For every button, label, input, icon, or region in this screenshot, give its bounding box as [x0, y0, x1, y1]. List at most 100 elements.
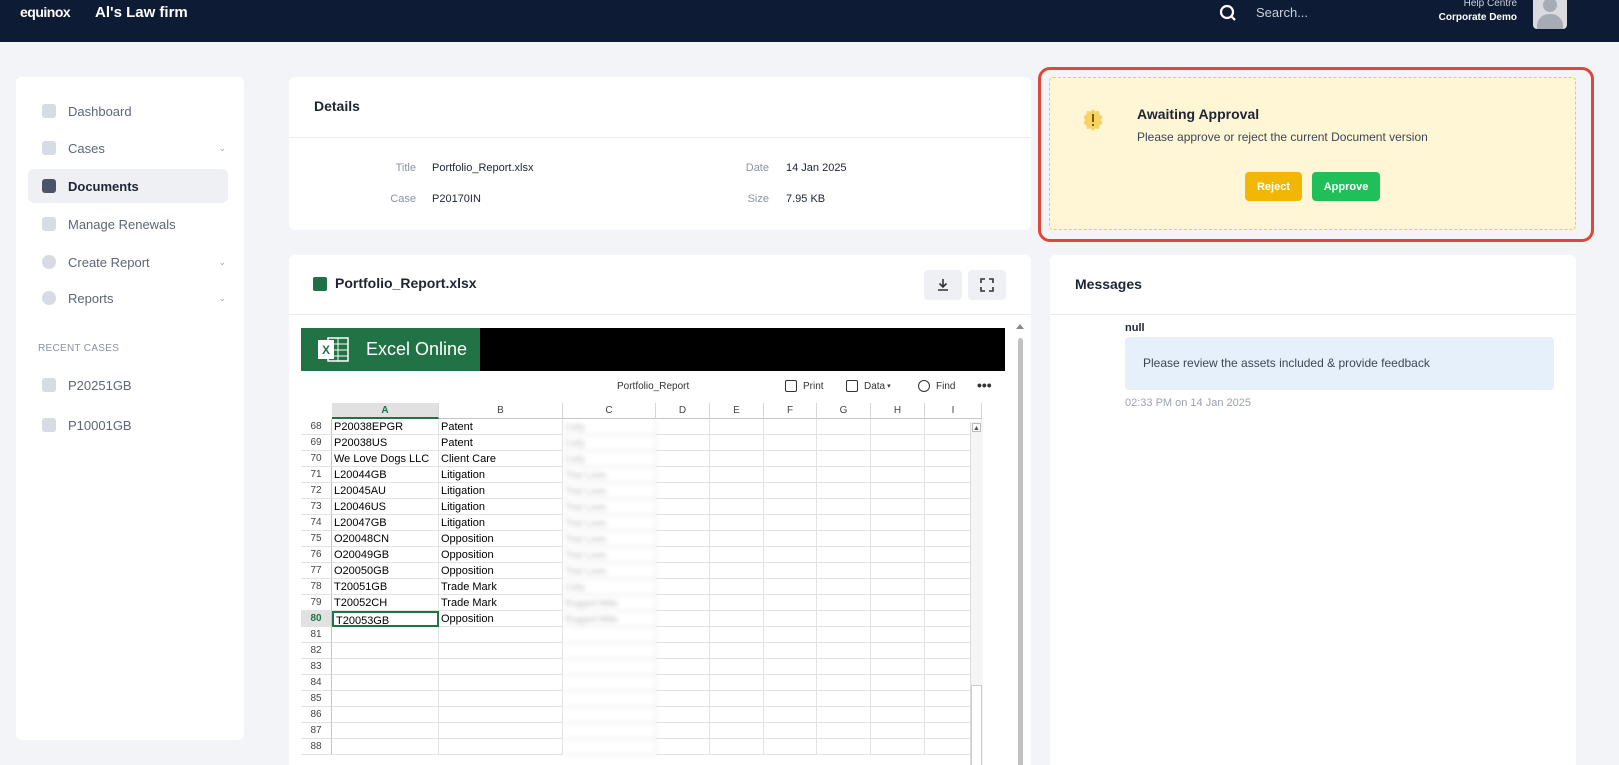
grid-cell[interactable] — [817, 659, 871, 675]
grid-cell[interactable] — [656, 435, 710, 451]
grid-cell[interactable] — [764, 611, 817, 627]
grid-cell[interactable] — [439, 675, 563, 691]
grid-cell[interactable]: Litigation — [439, 515, 563, 531]
grid-cell[interactable]: Trade Mark — [439, 579, 563, 595]
grid-cell[interactable] — [764, 579, 817, 595]
grid-cell[interactable] — [656, 707, 710, 723]
grid-cell[interactable] — [332, 723, 439, 739]
grid-cell[interactable] — [710, 723, 764, 739]
grid-cell[interactable] — [871, 723, 925, 739]
grid-cell[interactable] — [710, 739, 764, 755]
grid-cell[interactable]: Litigation — [439, 483, 563, 499]
grid-cell[interactable]: Client Care — [439, 451, 563, 467]
grid-cell[interactable] — [710, 515, 764, 531]
grid-cell[interactable] — [871, 451, 925, 467]
sidebar-item-create-report[interactable]: Create Report ⌄ — [28, 245, 228, 279]
column-header[interactable]: F — [764, 403, 817, 419]
grid-cell[interactable] — [764, 707, 817, 723]
grid-cell[interactable]: T20053GB — [332, 611, 439, 627]
grid-cell[interactable]: L20046US — [332, 499, 439, 515]
grid-cell[interactable] — [764, 739, 817, 755]
grid-cell[interactable] — [871, 515, 925, 531]
grid-cell[interactable] — [710, 643, 764, 659]
grid-cell[interactable] — [817, 627, 871, 643]
row-header[interactable]: 80 — [301, 611, 332, 627]
grid-cell[interactable] — [817, 579, 871, 595]
grid-cell[interactable] — [764, 435, 817, 451]
column-header[interactable]: E — [710, 403, 764, 419]
grid-cell[interactable] — [332, 643, 439, 659]
grid-cell[interactable] — [764, 563, 817, 579]
case-value[interactable]: P20170IN — [432, 193, 481, 205]
grid-cell[interactable]: T20051GB — [332, 579, 439, 595]
row-header[interactable]: 74 — [301, 515, 332, 531]
grid-cell[interactable] — [656, 611, 710, 627]
grid-cell[interactable] — [764, 531, 817, 547]
grid-cell[interactable] — [871, 739, 925, 755]
grid-cell[interactable] — [332, 739, 439, 755]
grid-cell[interactable] — [817, 547, 871, 563]
excel-print-button[interactable]: Print — [785, 380, 824, 392]
row-header[interactable]: 77 — [301, 563, 332, 579]
grid-cell[interactable] — [817, 419, 871, 435]
column-header[interactable]: B — [439, 403, 563, 419]
grid-cell[interactable]: L20044GB — [332, 467, 439, 483]
grid-cell[interactable] — [817, 707, 871, 723]
grid-cell[interactable] — [656, 499, 710, 515]
row-header[interactable]: 81 — [301, 627, 332, 643]
column-header[interactable]: D — [656, 403, 710, 419]
excel-data-button[interactable]: Data ▾ — [846, 380, 891, 392]
grid-cell[interactable] — [710, 419, 764, 435]
grid-cell[interactable] — [710, 579, 764, 595]
grid-cell[interactable] — [871, 435, 925, 451]
grid-cell[interactable] — [764, 419, 817, 435]
grid-cell[interactable] — [656, 627, 710, 643]
grid-cell[interactable]: Rugged Milla — [563, 595, 656, 611]
grid-cell[interactable]: Patent — [439, 419, 563, 435]
grid-cell[interactable]: Thel Lowe — [563, 563, 656, 579]
grid-cell[interactable]: L20047GB — [332, 515, 439, 531]
grid-cell[interactable] — [656, 675, 710, 691]
grid-cell[interactable] — [710, 563, 764, 579]
excel-scroll-thumb[interactable] — [971, 685, 982, 765]
sidebar-item-cases[interactable]: Cases ⌄ — [28, 131, 228, 165]
grid-cell[interactable] — [710, 595, 764, 611]
grid-cell[interactable] — [817, 643, 871, 659]
grid-cell[interactable]: O20049GB — [332, 547, 439, 563]
grid-cell[interactable] — [563, 691, 656, 707]
grid-cell[interactable]: Thel Lowe — [563, 515, 656, 531]
grid-cell[interactable] — [764, 643, 817, 659]
grid-cell[interactable] — [563, 739, 656, 755]
grid-cell[interactable] — [871, 675, 925, 691]
grid-cell[interactable] — [817, 483, 871, 499]
grid-cell[interactable]: Litigation — [439, 499, 563, 515]
grid-cell[interactable] — [817, 739, 871, 755]
row-header[interactable]: 72 — [301, 483, 332, 499]
grid-cell[interactable] — [764, 483, 817, 499]
grid-cell[interactable] — [871, 499, 925, 515]
grid-cell[interactable] — [764, 467, 817, 483]
grid-cell[interactable] — [710, 659, 764, 675]
grid-cell[interactable] — [871, 419, 925, 435]
grid-cell[interactable]: Opposition — [439, 547, 563, 563]
download-button[interactable] — [924, 270, 962, 300]
scroll-up-icon[interactable] — [1016, 324, 1024, 329]
column-header[interactable]: C — [563, 403, 656, 419]
grid-cell[interactable] — [439, 739, 563, 755]
grid-cell[interactable] — [656, 739, 710, 755]
fullscreen-button[interactable] — [968, 270, 1006, 300]
account-name[interactable]: Corporate Demo — [1439, 12, 1517, 23]
grid-cell[interactable] — [710, 707, 764, 723]
grid-cell[interactable] — [656, 595, 710, 611]
column-header[interactable]: I — [925, 403, 982, 419]
row-header[interactable]: 78 — [301, 579, 332, 595]
sidebar-item-dashboard[interactable]: Dashboard — [28, 94, 228, 128]
grid-cell[interactable]: Trade Mark — [439, 595, 563, 611]
grid-cell[interactable] — [871, 707, 925, 723]
grid-cell[interactable]: Thel Lowe — [563, 531, 656, 547]
grid-cell[interactable]: Thel Lowe — [563, 499, 656, 515]
grid-cell[interactable] — [817, 691, 871, 707]
grid-cell[interactable] — [764, 723, 817, 739]
grid-cell[interactable] — [332, 659, 439, 675]
grid-cell[interactable] — [656, 467, 710, 483]
